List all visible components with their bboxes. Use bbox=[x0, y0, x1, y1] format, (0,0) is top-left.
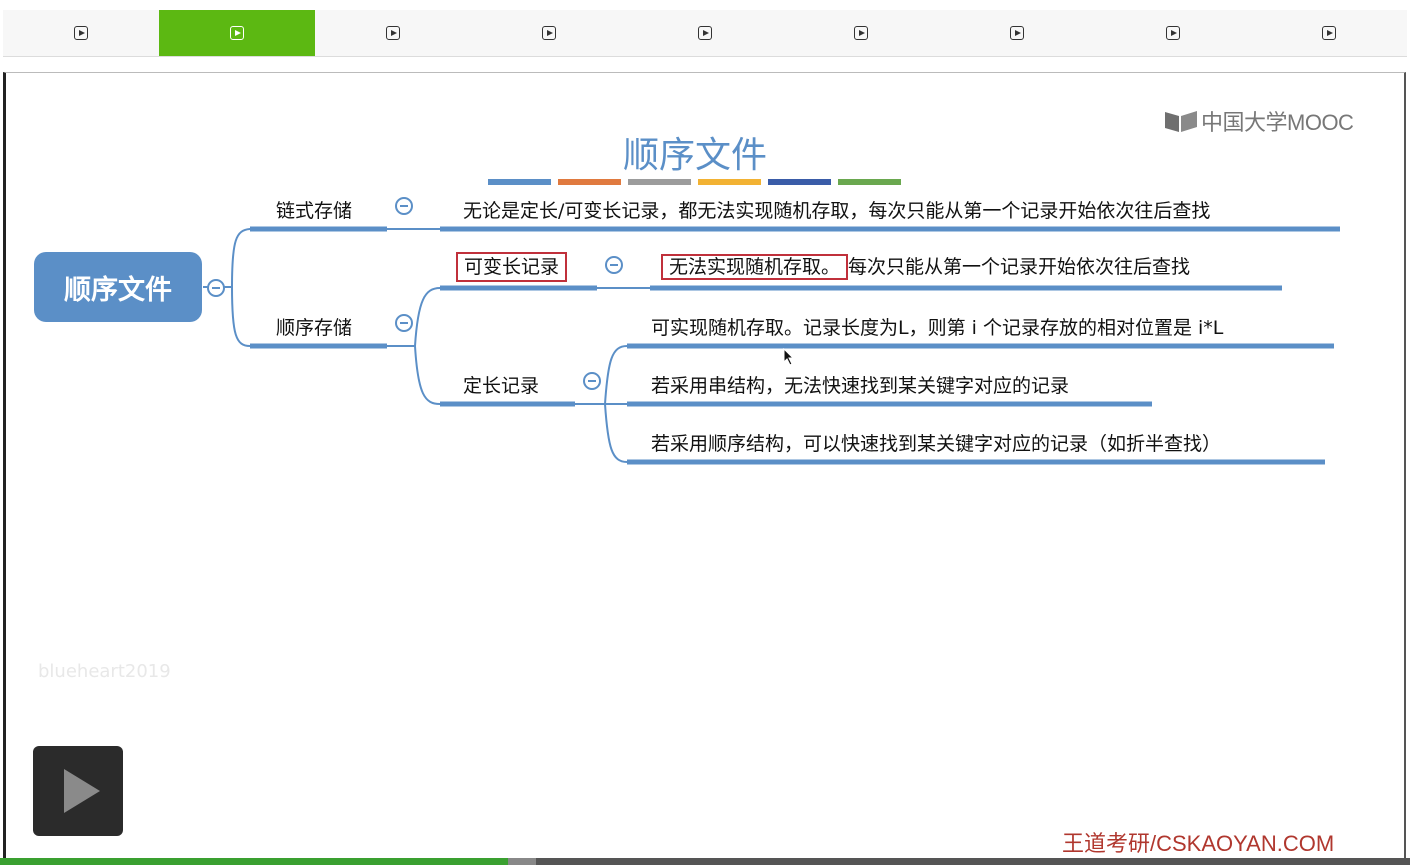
collapse-root-icon[interactable] bbox=[207, 279, 225, 297]
video-progress-fill bbox=[0, 858, 508, 865]
watermark: blueheart2019 bbox=[38, 661, 171, 682]
video-buffered bbox=[507, 858, 536, 865]
mindmap-root-node[interactable]: 顺序文件 bbox=[34, 252, 202, 322]
variable-record-description: 无法实现随机存取。 每次只能从第一个记录开始依次往后查找 bbox=[661, 252, 1190, 280]
variable-record-rest: 每次只能从第一个记录开始依次往后查找 bbox=[848, 256, 1191, 278]
node-variable-record[interactable]: 可变长记录 bbox=[456, 252, 568, 282]
brand-footer: 王道考研/CSKAOYAN.COM bbox=[1062, 831, 1335, 856]
collapse-seq-icon[interactable] bbox=[395, 314, 413, 332]
play-button[interactable] bbox=[33, 746, 123, 836]
variable-record-highlight: 无法实现随机存取。 bbox=[661, 254, 849, 280]
collapse-fixed-icon[interactable] bbox=[583, 372, 601, 390]
play-icon bbox=[64, 769, 100, 813]
collapse-chain-icon[interactable] bbox=[395, 197, 413, 215]
video-progress-bar[interactable] bbox=[0, 858, 1410, 865]
node-seq-storage[interactable]: 顺序存储 bbox=[276, 313, 352, 340]
fixed-record-item: 若采用顺序结构，可以快速找到某关键字对应的记录（如折半查找） bbox=[651, 433, 1222, 455]
fixed-record-item: 可实现随机存取。记录长度为L，则第 i 个记录存放的相对位置是 i*L bbox=[651, 317, 1224, 339]
fixed-record-item: 若采用串结构，无法快速找到某关键字对应的记录 bbox=[651, 375, 1070, 397]
mouse-cursor-icon bbox=[783, 348, 795, 366]
collapse-variable-icon[interactable] bbox=[605, 256, 623, 274]
node-chain-storage[interactable]: 链式存储 bbox=[276, 196, 352, 223]
node-fixed-record[interactable]: 定长记录 bbox=[463, 371, 539, 398]
chain-storage-description: 无论是定长/可变长记录，都无法实现随机存取，每次只能从第一个记录开始依次往后查找 bbox=[463, 200, 1211, 222]
